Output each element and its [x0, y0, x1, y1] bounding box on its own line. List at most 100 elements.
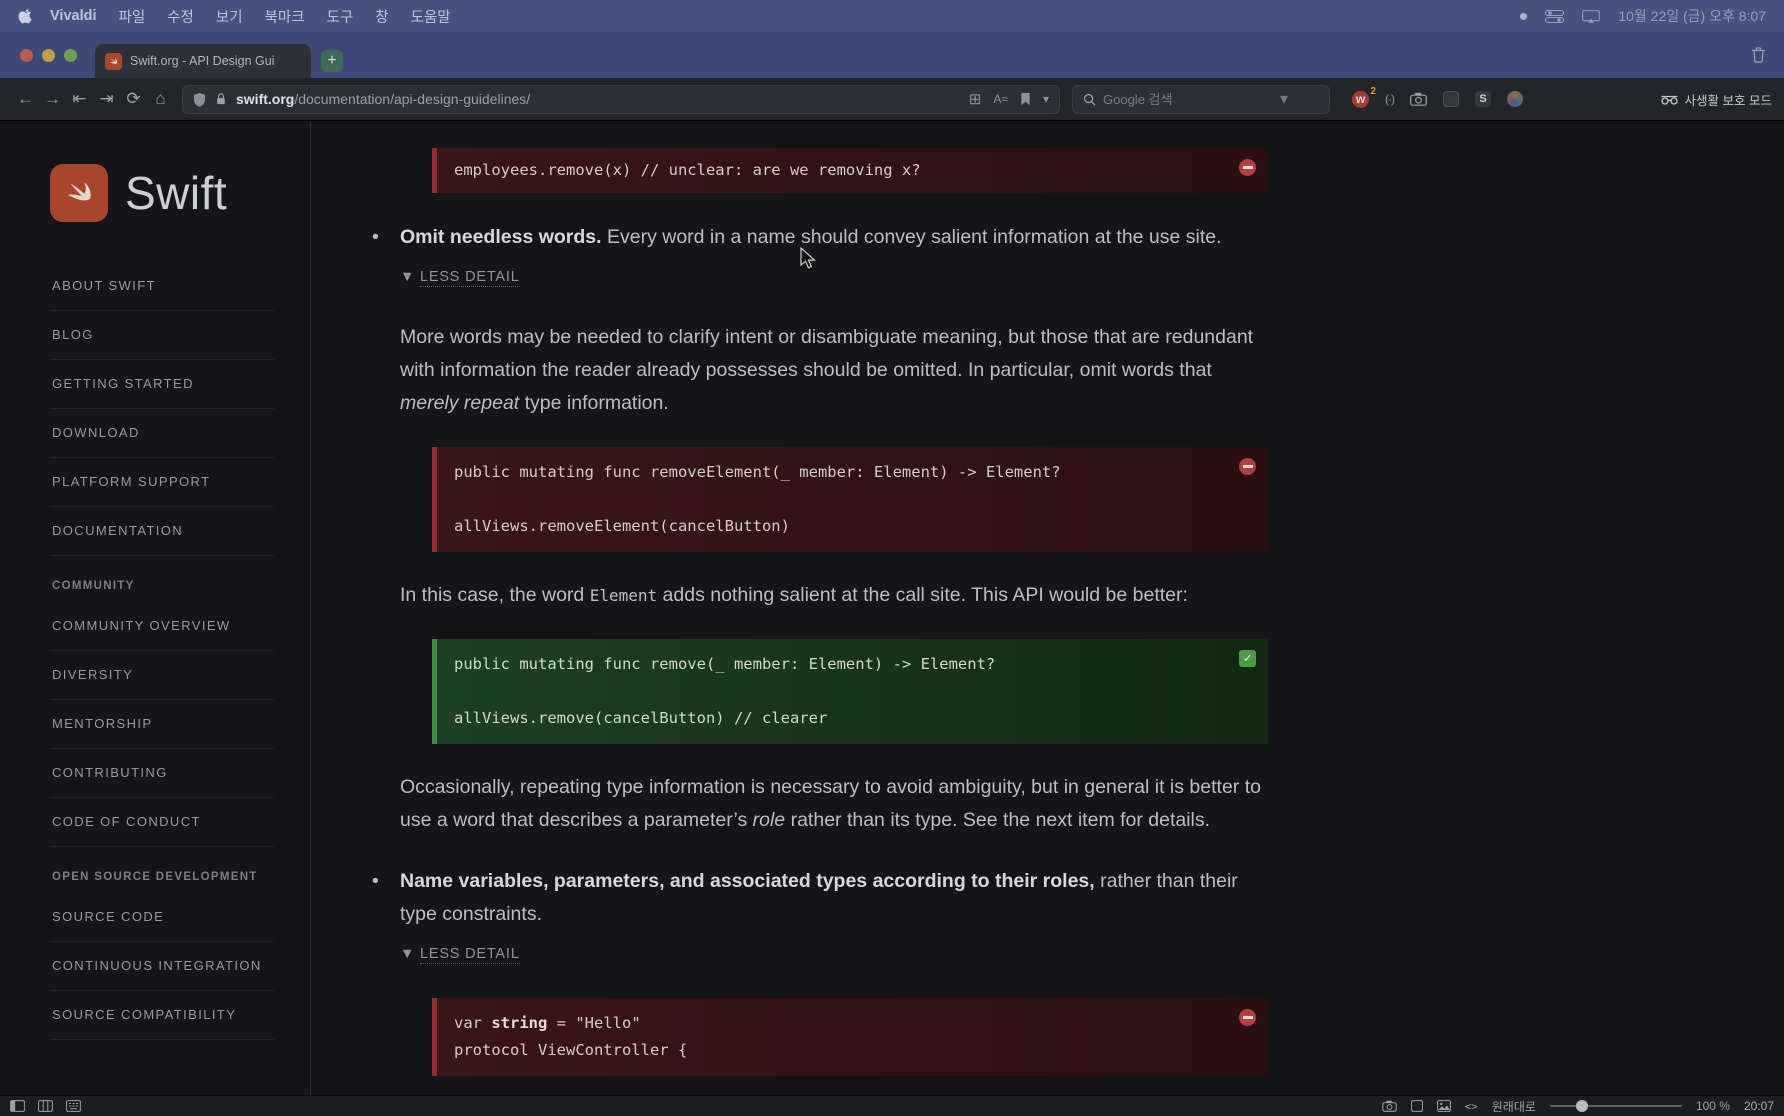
- sidebar-header-community: COMMUNITY: [52, 580, 135, 592]
- code-text: var: [454, 1014, 492, 1032]
- sidebar-item-code-of-conduct[interactable]: CODE OF CONDUCT: [50, 798, 274, 847]
- forward-button[interactable]: →: [39, 89, 66, 109]
- less-detail-toggle-1[interactable]: ▼ LESS DETAIL: [400, 261, 1268, 294]
- sidebar-item-about-swift[interactable]: ABOUT SWIFT: [50, 262, 274, 311]
- code-block-bad-remove-x: employees.remove(x) // unclear: are we r…: [432, 148, 1268, 193]
- less-detail-toggle-2[interactable]: ▼ LESS DETAIL: [400, 938, 1268, 971]
- menu-view[interactable]: 보기: [205, 6, 254, 27]
- new-tab-button[interactable]: +: [321, 50, 343, 72]
- no-entry-icon: [1239, 159, 1256, 176]
- tiling-toggle-icon[interactable]: [38, 1100, 53, 1112]
- extension-square-icon[interactable]: [1443, 91, 1459, 107]
- menu-file[interactable]: 파일: [107, 6, 156, 27]
- bullet-lead: Name variables, parameters, and associat…: [400, 870, 1095, 892]
- sidebar-item-source-compatibility[interactable]: SOURCE COMPATIBILITY: [50, 991, 274, 1040]
- sidebar-item-continuous-integration[interactable]: CONTINUOUS INTEGRATION: [50, 942, 274, 991]
- tracker-shield-icon[interactable]: [193, 92, 206, 107]
- sidebar-item-diversity[interactable]: DIVERSITY: [50, 651, 274, 700]
- code-block-bad-var-string: var string = "Hello" protocol ViewContro…: [432, 998, 1268, 1076]
- lock-icon[interactable]: [215, 92, 227, 106]
- panel-toggle-icon[interactable]: [10, 1100, 25, 1112]
- menu-edit[interactable]: 수정: [156, 6, 205, 27]
- snapshot-icon[interactable]: [1410, 1100, 1423, 1112]
- keyboard-toggle-icon[interactable]: [66, 1100, 81, 1112]
- home-button[interactable]: ⌂: [147, 89, 174, 109]
- navigation-toolbar: ← → ⇤ ⇥ ⟳ ⌂ swift.org/documentation/api-…: [0, 78, 1784, 121]
- sidebar-item-blog[interactable]: BLOG: [50, 311, 274, 360]
- code-line: employees.remove(x) // unclear: are we r…: [454, 161, 921, 179]
- code-block-good-remove: public mutating func remove(_ member: El…: [432, 639, 1268, 744]
- extension-s-icon[interactable]: S: [1475, 91, 1491, 107]
- capture-page-icon[interactable]: [1381, 1100, 1397, 1112]
- address-bar[interactable]: swift.org/documentation/api-design-guide…: [182, 84, 1060, 114]
- swift-logo[interactable]: Swift: [50, 164, 310, 222]
- search-input[interactable]: [1103, 91, 1273, 107]
- extension-w-letter: w: [1355, 91, 1366, 106]
- minimize-window-button[interactable]: [42, 48, 55, 62]
- images-toggle-icon[interactable]: [1436, 1100, 1451, 1112]
- paragraph-text: type information.: [519, 392, 669, 414]
- extension-flower-icon[interactable]: [1507, 91, 1523, 107]
- fast-forward-button[interactable]: ⇥: [93, 89, 120, 109]
- menu-bookmarks[interactable]: 북마크: [254, 6, 316, 27]
- bullet-text: Every word in a name should convey salie…: [601, 226, 1222, 248]
- rewind-button[interactable]: ⇤: [66, 89, 93, 109]
- sidebar-item-mentorship[interactable]: MENTORSHIP: [50, 700, 274, 749]
- tiling-grid-icon[interactable]: ⊞: [969, 90, 982, 108]
- sidebar-item-contributing[interactable]: CONTRIBUTING: [50, 749, 274, 798]
- zoom-level[interactable]: 100 %: [1696, 1099, 1730, 1113]
- menu-help[interactable]: 도움말: [400, 6, 462, 27]
- zoom-reset-button[interactable]: 원래대로: [1492, 1098, 1536, 1115]
- mouse-cursor: [800, 247, 817, 270]
- status-clock: 20:07: [1743, 1099, 1774, 1113]
- menu-window[interactable]: 창: [364, 6, 399, 27]
- zoom-slider-knob[interactable]: [1575, 1100, 1588, 1112]
- paragraph-text: In this case, the word: [400, 584, 590, 606]
- capture-camera-icon[interactable]: [1410, 92, 1427, 106]
- private-mode-indicator: 사생활 보호 모드: [1660, 90, 1772, 109]
- paragraph-more-words: More words may be needed to clarify inte…: [400, 321, 1268, 420]
- close-window-button[interactable]: [20, 48, 33, 62]
- swift-logo-text: Swift: [125, 167, 228, 219]
- tab-swift-org[interactable]: Swift.org - API Design Gui: [95, 44, 311, 78]
- code-text-bold: string: [491, 1014, 548, 1032]
- apple-menu-icon[interactable]: [18, 8, 33, 25]
- sidebar-item-download[interactable]: DOWNLOAD: [50, 409, 274, 458]
- page-actions-icon[interactable]: <>: [1465, 1100, 1478, 1113]
- zoom-slider[interactable]: [1549, 1100, 1682, 1112]
- sidebar-item-getting-started[interactable]: GETTING STARTED: [50, 360, 274, 409]
- menu-app-vivaldi[interactable]: Vivaldi: [39, 8, 107, 24]
- search-icon: [1083, 93, 1096, 106]
- code-line: allViews.remove(cancelButton) // clearer: [454, 709, 828, 727]
- address-chevron-icon[interactable]: ▾: [1043, 92, 1049, 106]
- fullscreen-window-button[interactable]: [64, 48, 77, 62]
- swift-bird-icon: [50, 164, 108, 222]
- sidebar-item-source-code[interactable]: SOURCE CODE: [50, 893, 274, 942]
- no-entry-icon: [1239, 1009, 1256, 1026]
- search-bar[interactable]: ▾: [1072, 84, 1330, 114]
- sidebar-nav: ABOUT SWIFT BLOG GETTING STARTED DOWNLOA…: [50, 262, 274, 1040]
- private-mode-label: 사생활 보호 모드: [1684, 93, 1772, 108]
- sidebar-item-documentation[interactable]: DOCUMENTATION: [50, 507, 274, 556]
- menu-tools[interactable]: 도구: [316, 6, 365, 27]
- code-line: public mutating func remove(_ member: El…: [454, 655, 996, 673]
- closed-tabs-trash-icon[interactable]: [1751, 47, 1766, 63]
- bullet-lead: Omit needless words.: [400, 226, 602, 248]
- paragraph-text: adds nothing salient at the call site. T…: [657, 584, 1188, 606]
- reader-view-icon[interactable]: A≈: [993, 92, 1008, 106]
- sidebar-item-community-overview[interactable]: COMMUNITY OVERVIEW: [50, 602, 274, 651]
- extension-paren-icon[interactable]: (·): [1385, 92, 1395, 106]
- control-center-icon[interactable]: [1545, 9, 1565, 23]
- reload-button[interactable]: ⟳: [120, 89, 147, 109]
- extension-w-icon[interactable]: w2: [1352, 86, 1376, 108]
- menubar-clock[interactable]: 10월 22일 (금) 오후 8:07: [1618, 6, 1766, 26]
- sidebar-item-platform-support[interactable]: PLATFORM SUPPORT: [50, 458, 274, 507]
- screen-mirroring-icon[interactable]: [1582, 9, 1601, 23]
- url-text[interactable]: swift.org/documentation/api-design-guide…: [236, 91, 530, 107]
- screen: Vivaldi 파일 수정 보기 북마크 도구 창 도움말 10월 22일 (금…: [0, 0, 1784, 1116]
- bookmark-flag-icon[interactable]: [1020, 92, 1031, 106]
- back-button[interactable]: ←: [12, 89, 39, 109]
- search-engine-chevron-icon[interactable]: ▾: [1280, 89, 1288, 109]
- inline-code-element: Element: [589, 586, 658, 605]
